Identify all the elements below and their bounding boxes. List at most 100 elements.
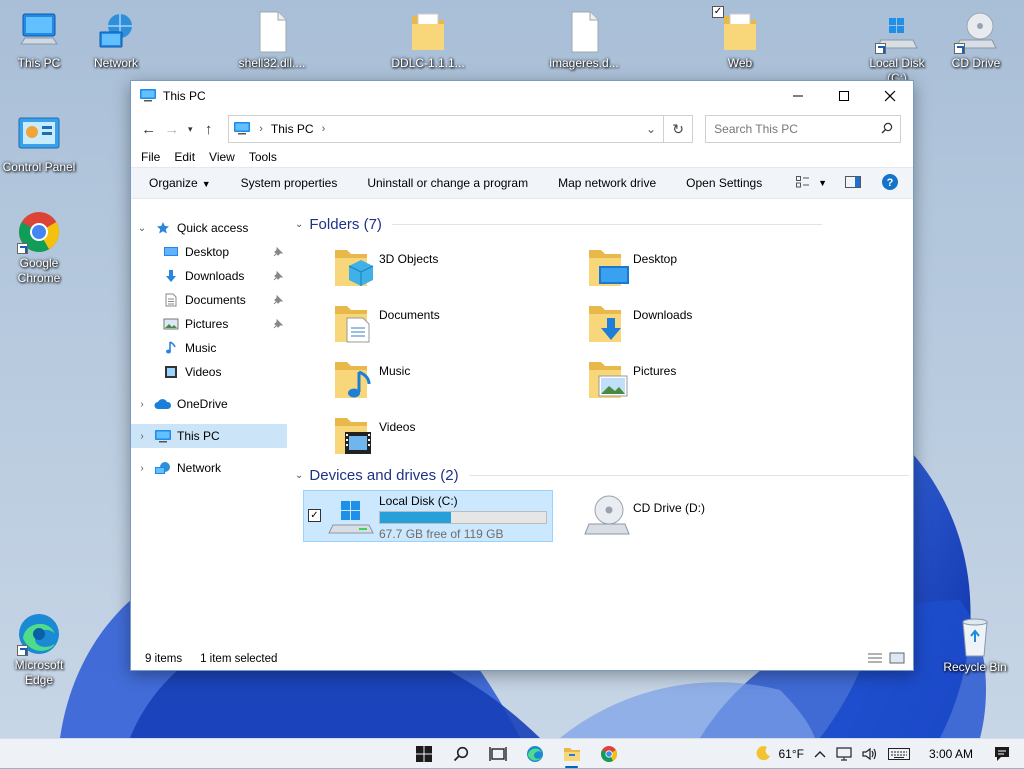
desktop-icon-local-disk[interactable]: Local Disk (C:)	[859, 10, 935, 86]
downloads-icon	[161, 268, 181, 284]
system-properties-button[interactable]: System properties	[241, 176, 338, 190]
drive-usage-bar	[379, 511, 547, 524]
desktop-icon-shell32[interactable]: shell32.dll....	[234, 10, 310, 71]
search-input[interactable]: Search This PC	[705, 115, 901, 143]
folder-pictures[interactable]: Pictures	[587, 356, 827, 406]
chevron-right-icon[interactable]: ›	[131, 399, 153, 410]
organize-button[interactable]: Organize ▼	[149, 176, 211, 190]
title-bar[interactable]: This PC	[131, 81, 913, 111]
breadcrumb-this-pc[interactable]: This PC	[271, 122, 314, 136]
help-icon[interactable]: ?	[881, 173, 899, 194]
back-arrow-icon[interactable]: ←	[137, 117, 160, 141]
view-options-caret-icon[interactable]: ▼	[818, 178, 827, 188]
pictures-folder-icon	[587, 356, 631, 402]
desktop-icon-microsoft-edge[interactable]: Microsoft Edge	[1, 612, 77, 688]
desktop-icon-recycle-bin[interactable]: Recycle Bin	[937, 614, 1013, 675]
pin-icon	[273, 318, 284, 332]
desktop-icon-cd-drive[interactable]: CD Drive	[938, 10, 1014, 71]
folder-downloads[interactable]: Downloads	[587, 300, 827, 350]
folder-icon	[404, 10, 452, 54]
menu-edit[interactable]: Edit	[174, 150, 195, 164]
desktop-icon-network[interactable]: Network	[78, 10, 154, 71]
chevron-down-icon[interactable]: ⌄	[639, 122, 663, 136]
folder-desktop[interactable]: Desktop	[587, 244, 827, 294]
nav-item-videos[interactable]: Videos	[131, 360, 287, 384]
chevron-down-icon[interactable]: ⌄	[131, 223, 153, 234]
open-settings-button[interactable]: Open Settings	[686, 176, 762, 190]
drive-local-disk-c[interactable]: ✓ Local Disk (C:) 67.7 GB free of 119 GB	[303, 490, 553, 542]
nav-item-downloads[interactable]: Downloads	[131, 264, 287, 288]
group-header-devices[interactable]: ⌄ Devices and drives (2)	[295, 467, 909, 484]
desktop-icon-web[interactable]: ✓ Web	[702, 6, 778, 71]
edge-icon	[15, 612, 63, 656]
chevron-up-icon[interactable]	[814, 749, 826, 759]
edge-icon[interactable]	[516, 739, 553, 769]
pin-icon	[273, 294, 284, 308]
desktop-icon-this-pc[interactable]: This PC	[1, 10, 77, 71]
close-button[interactable]	[867, 81, 913, 111]
preview-pane-icon[interactable]	[845, 175, 861, 191]
weather-widget[interactable]: 61°F	[756, 745, 804, 764]
folder-documents[interactable]: Documents	[333, 300, 573, 350]
maximize-button[interactable]	[821, 81, 867, 111]
search-icon[interactable]	[874, 122, 900, 137]
chrome-icon[interactable]	[590, 739, 627, 769]
start-icon[interactable]	[405, 739, 442, 769]
chevron-right-icon[interactable]: ›	[259, 123, 263, 135]
nav-item-desktop[interactable]: Desktop	[131, 240, 287, 264]
menu-file[interactable]: File	[141, 150, 160, 164]
drive-select-checkbox[interactable]: ✓	[308, 509, 321, 522]
computer-icon	[15, 10, 63, 54]
minimize-button[interactable]	[775, 81, 821, 111]
chevron-right-icon[interactable]: ›	[322, 123, 326, 135]
recent-locations-icon[interactable]: ▾	[183, 117, 197, 141]
details-view-icon[interactable]	[867, 652, 883, 667]
checkbox-icon[interactable]: ✓	[712, 6, 724, 18]
address-bar[interactable]: › This PC › ⌄	[228, 115, 665, 143]
videos-icon	[161, 364, 181, 380]
documents-icon	[161, 292, 181, 308]
menu-tools[interactable]: Tools	[249, 150, 277, 164]
refresh-icon[interactable]: ↻	[664, 115, 694, 143]
notification-icon[interactable]	[994, 746, 1010, 762]
desktop-icon-google-chrome[interactable]: Google Chrome	[1, 210, 77, 286]
nav-network[interactable]: › Network	[131, 456, 287, 480]
file-explorer-icon[interactable]	[553, 739, 590, 769]
keyboard-icon[interactable]	[887, 748, 910, 760]
pin-icon	[273, 270, 284, 284]
network-tray-icon[interactable]	[836, 747, 852, 761]
drive-name: Local Disk (C:)	[379, 494, 458, 508]
up-arrow-icon[interactable]: ↑	[197, 117, 220, 141]
drive-free-space: 67.7 GB free of 119 GB	[379, 527, 504, 541]
desktop-icon-control-panel[interactable]: Control Panel	[1, 114, 77, 175]
folder-videos[interactable]: Videos	[333, 412, 573, 462]
address-row: ← → ▾ ↑ › This PC › ⌄ ↻ Search This PC	[131, 111, 913, 147]
menu-bar: File Edit View Tools	[131, 147, 913, 167]
nav-item-pictures[interactable]: Pictures	[131, 312, 287, 336]
nav-this-pc[interactable]: › This PC	[131, 424, 287, 448]
desktop-icon-imageres[interactable]: imageres.d...	[546, 10, 622, 71]
volume-icon[interactable]	[862, 747, 878, 761]
chevron-right-icon[interactable]: ›	[131, 463, 153, 474]
clock[interactable]: 3:00 AM	[929, 747, 973, 761]
forward-arrow-icon[interactable]: →	[160, 117, 183, 141]
menu-view[interactable]: View	[209, 150, 235, 164]
large-icons-view-icon[interactable]	[889, 652, 905, 667]
nav-onedrive[interactable]: › OneDrive	[131, 392, 287, 416]
task-view-icon[interactable]	[479, 739, 516, 769]
nav-quick-access[interactable]: ⌄ Quick access	[131, 216, 287, 240]
change-view-icon[interactable]	[796, 175, 810, 191]
map-network-drive-button[interactable]: Map network drive	[558, 176, 656, 190]
uninstall-program-button[interactable]: Uninstall or change a program	[367, 176, 528, 190]
desktop-icon-ddlc[interactable]: DDLC-1.1.1...	[390, 10, 466, 71]
status-bar: 9 items 1 item selected	[131, 648, 913, 670]
group-header-folders[interactable]: ⌄ Folders (7)	[295, 216, 822, 233]
folder-3d-objects[interactable]: 3D Objects	[333, 244, 573, 294]
chevron-right-icon[interactable]: ›	[131, 431, 153, 442]
nav-item-documents[interactable]: Documents	[131, 288, 287, 312]
drive-cd-d[interactable]: CD Drive (D:)	[583, 492, 783, 544]
folder-music[interactable]: Music	[333, 356, 573, 406]
search-icon[interactable]	[442, 739, 479, 769]
nav-item-music[interactable]: Music	[131, 336, 287, 360]
file-explorer-window[interactable]: This PC ← → ▾ ↑ › This PC › ⌄ ↻ Search T…	[130, 80, 914, 671]
